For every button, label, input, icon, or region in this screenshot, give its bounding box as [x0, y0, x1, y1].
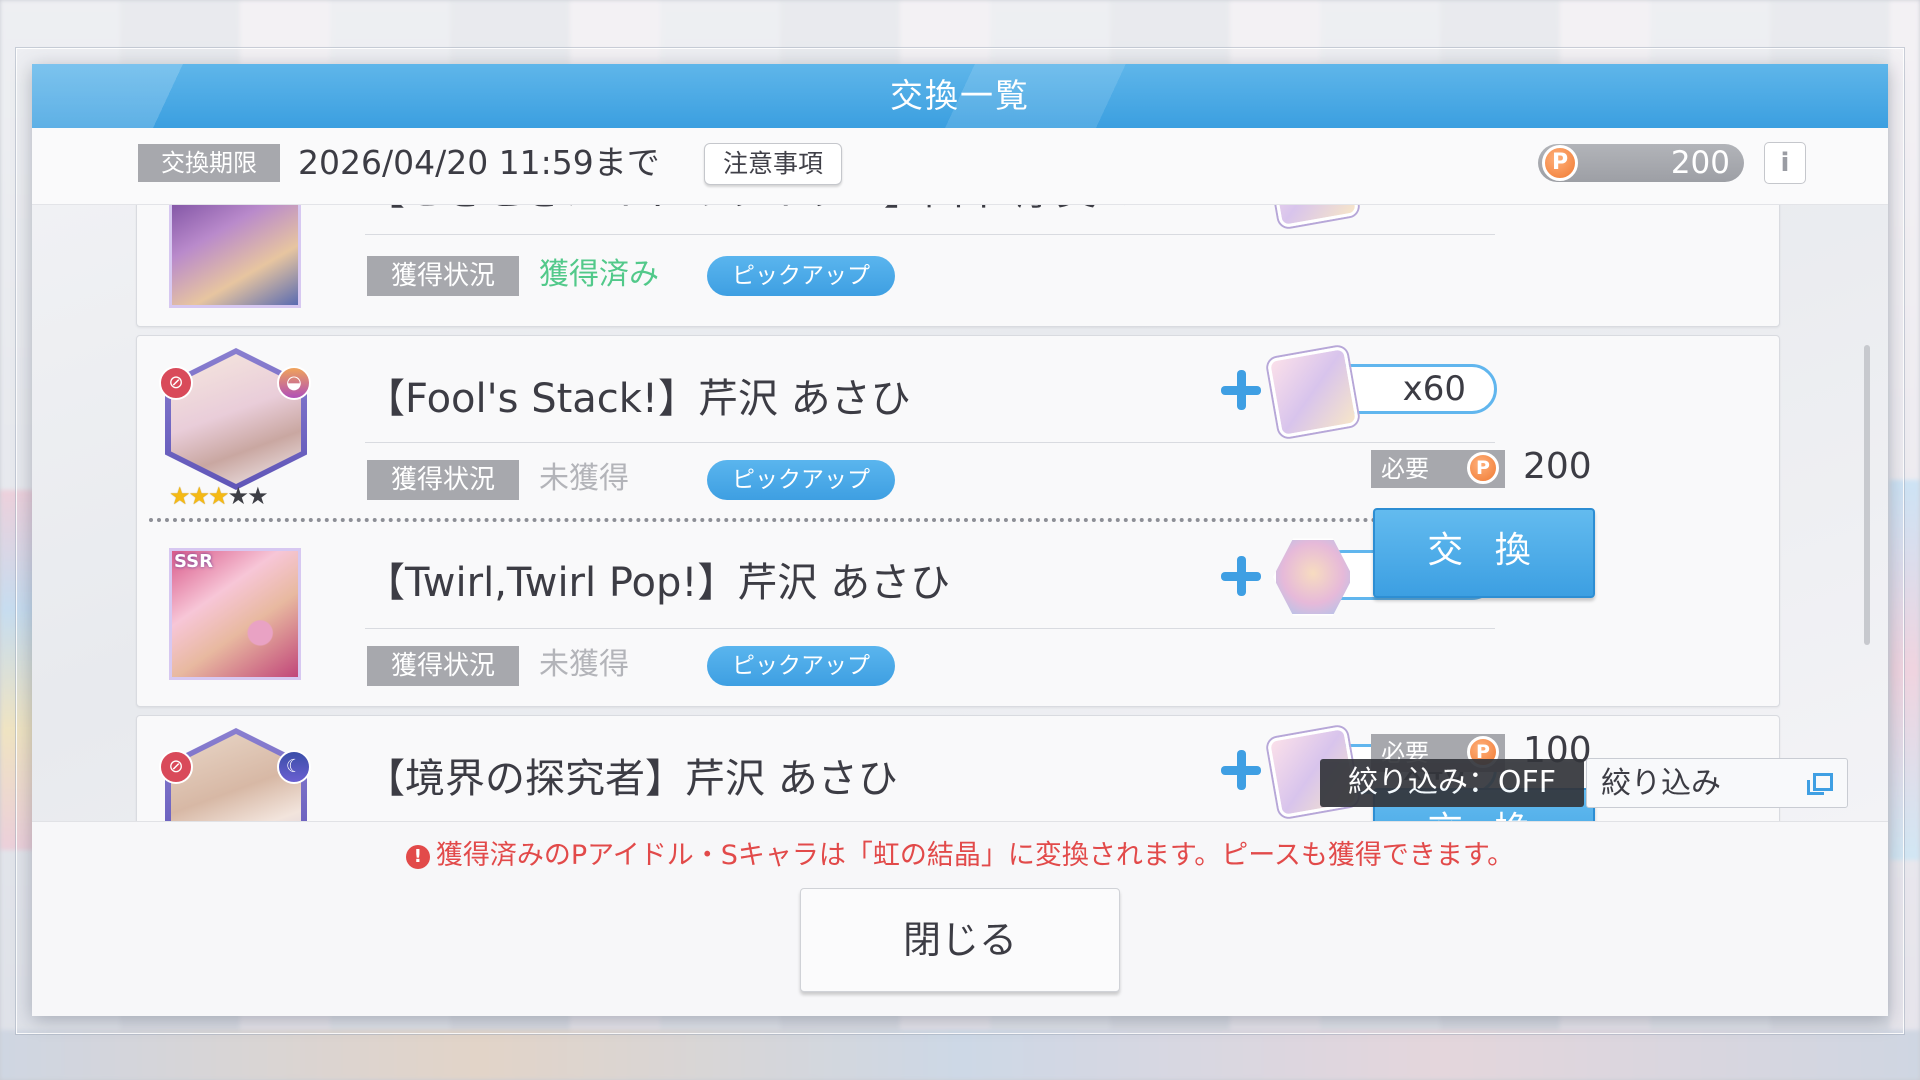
- attribute-icon: ◒: [277, 366, 311, 400]
- notice-button[interactable]: 注意事項: [704, 143, 842, 185]
- status-label: 獲得状況: [367, 646, 519, 686]
- warning-message: ! 獲得済みのPアイドル・Sキャラは「虹の結晶」に変換されます。ピースも獲得できま…: [32, 833, 1888, 872]
- exchange-list[interactable]: 【ときどきメイドのライラー】田中 摩美々 x100 獲得状況 獲得済み ピックア…: [32, 205, 1888, 821]
- support-card-icon: SSR: [169, 548, 301, 680]
- status-label: 獲得状況: [367, 460, 519, 500]
- attribute-icon: ☾: [277, 750, 311, 784]
- exchange-card: ⊘ ◒ ★★★★★ 【Fool's Stack!】芹沢 あさひ x60 獲得状況…: [136, 335, 1780, 707]
- piece-icon: [1266, 345, 1360, 439]
- p-coin-icon: P: [1467, 452, 1499, 484]
- dialog-title-bar: 交換一覧: [32, 64, 1888, 128]
- exchange-button[interactable]: 交 換: [1373, 508, 1595, 598]
- dialog-title: 交換一覧: [890, 76, 1030, 115]
- window-icon: [1807, 773, 1833, 795]
- exchange-card: 【ときどきメイドのライラー】田中 摩美々 x100 獲得状況 獲得済み ピックア…: [136, 205, 1780, 327]
- idol-type-icon: ⊘: [159, 366, 193, 400]
- piece-icon: [1266, 205, 1360, 229]
- item-title: 【境界の探究者】芹沢 あさひ: [365, 756, 898, 802]
- required-label: 必要 P: [1371, 450, 1505, 488]
- pickup-badge: ピックアップ: [707, 256, 895, 296]
- filter-button[interactable]: 絞り込み: [1586, 758, 1848, 808]
- status-value: 未獲得: [539, 461, 629, 496]
- info-button[interactable]: i: [1764, 142, 1806, 184]
- status-value: 未獲得: [539, 647, 629, 682]
- dialog-footer: ! 獲得済みのPアイドル・Sキャラは「虹の結晶」に変換されます。ピースも獲得できま…: [32, 821, 1888, 1016]
- filter-status: 絞り込み：OFF: [1320, 759, 1584, 807]
- rarity-stars: ★★★★★: [169, 482, 269, 510]
- warning-icon: !: [405, 845, 430, 869]
- points-balance: P 200: [1538, 144, 1744, 182]
- character-card-icon: [169, 205, 301, 308]
- piece-icon: [1273, 538, 1353, 616]
- status-label: 獲得状況: [367, 256, 519, 296]
- deadline-label: 交換期限: [138, 144, 280, 182]
- plus-icon: [1221, 556, 1261, 596]
- pickup-badge: ピックアップ: [707, 646, 895, 686]
- filter-label: 絞り込み: [1601, 766, 1721, 801]
- close-button[interactable]: 閉じる: [800, 888, 1120, 992]
- points-value: 200: [1670, 145, 1730, 181]
- divider: [149, 518, 1481, 522]
- item-title: 【Fool's Stack!】芹沢 あさひ: [365, 376, 911, 422]
- p-coin-icon: P: [1542, 145, 1578, 181]
- plus-icon: [1221, 750, 1261, 790]
- scrollbar[interactable]: [1864, 345, 1870, 645]
- pickup-badge: ピックアップ: [707, 460, 895, 500]
- idol-type-icon: ⊘: [159, 750, 193, 784]
- status-value: 獲得済み: [539, 257, 659, 292]
- required-points: 200: [1523, 446, 1592, 487]
- plus-icon: [1221, 370, 1261, 410]
- info-bar: 交換期限 2026/04/20 11:59まで 注意事項 P 200 i: [32, 128, 1888, 205]
- ssr-label: SSR: [174, 551, 213, 572]
- warning-text: 獲得済みのPアイドル・Sキャラは「虹の結晶」に変換されます。ピースも獲得できます…: [435, 840, 1515, 871]
- deadline-text: 2026/04/20 11:59まで: [298, 143, 660, 182]
- item-title: 【Twirl,Twirl Pop!】芹沢 あさひ: [365, 560, 951, 606]
- exchange-dialog: 交換一覧 交換期限 2026/04/20 11:59まで 注意事項 P 200 …: [32, 64, 1888, 1016]
- item-title: 【ときどきメイドのライラー】田中 摩美々: [365, 205, 1137, 216]
